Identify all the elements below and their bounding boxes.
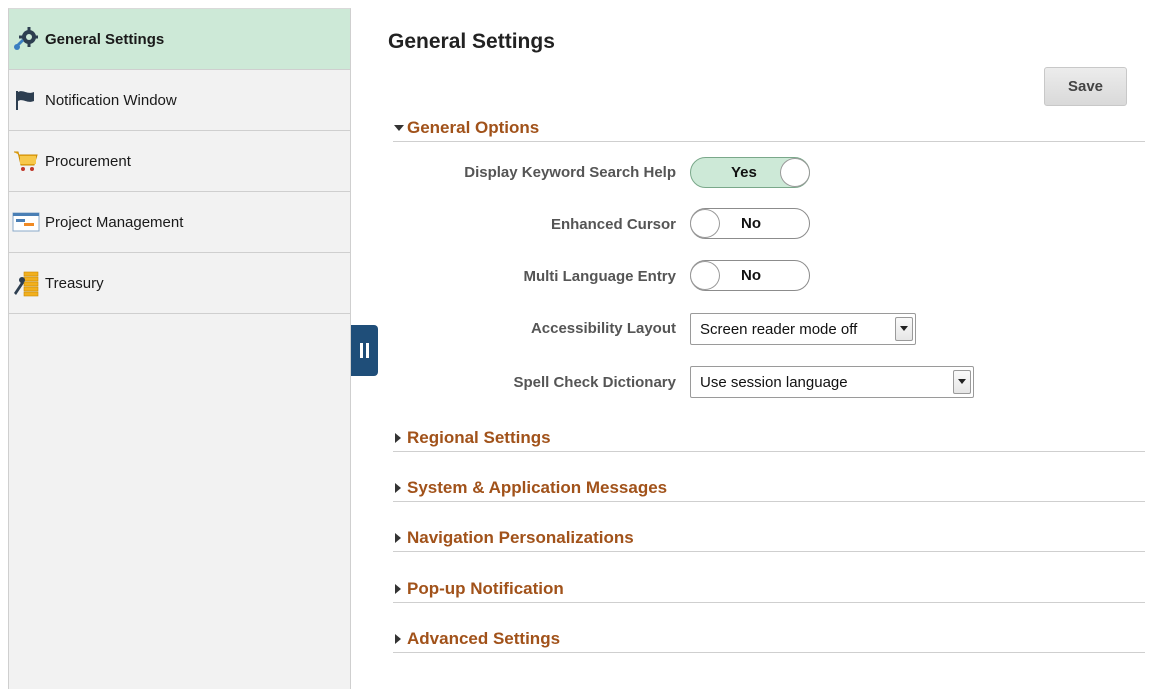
pause-bars-icon [360, 343, 369, 358]
triangle-right-icon [393, 633, 407, 645]
triangle-right-icon [393, 432, 407, 444]
toggle-value: No [741, 215, 761, 232]
toggle-value: Yes [731, 164, 757, 181]
flag-icon [11, 85, 41, 115]
wrench-gear-icon [11, 24, 41, 54]
keyword-search-help-label: Display Keyword Search Help [464, 164, 676, 181]
treasury-icon [11, 268, 41, 298]
section-advanced-settings[interactable]: Advanced Settings [393, 625, 1145, 653]
spell-check-dictionary-select[interactable]: Use session language [690, 366, 974, 398]
section-heading: Advanced Settings [407, 628, 561, 648]
section-heading: System & Application Messages [407, 477, 668, 497]
multi-language-entry-toggle[interactable]: No [690, 260, 810, 291]
keyword-search-help-toggle[interactable]: Yes [690, 157, 810, 188]
toggle-value: No [741, 267, 761, 284]
section-heading: General Options [407, 117, 540, 137]
shopping-cart-icon [11, 146, 41, 176]
sidebar-item-procurement[interactable]: Procurement [9, 131, 350, 192]
sidebar-item-notification-window[interactable]: Notification Window [9, 70, 350, 131]
page-title: General Settings [388, 30, 555, 53]
triangle-right-icon [393, 482, 407, 494]
sidebar-item-label: Procurement [45, 152, 131, 170]
sidebar: General Settings Notification Window Pro… [8, 8, 351, 689]
dropdown-arrow-icon [895, 317, 913, 341]
accessibility-layout-label: Accessibility Layout [530, 320, 676, 337]
section-general-options[interactable]: General Options [393, 114, 1145, 142]
sidebar-item-project-management[interactable]: Project Management [9, 192, 350, 253]
enhanced-cursor-label: Enhanced Cursor [550, 216, 676, 233]
dropdown-arrow-icon [953, 370, 971, 394]
sidebar-item-label: Treasury [45, 274, 104, 292]
sidebar-item-label: Notification Window [45, 91, 177, 109]
save-button[interactable]: Save [1044, 67, 1127, 106]
triangle-right-icon [393, 583, 407, 595]
gantt-chart-icon [11, 207, 41, 237]
toggle-knob [690, 261, 720, 290]
triangle-right-icon [393, 532, 407, 544]
sidebar-item-label: Project Management [45, 213, 184, 231]
section-popup-notification[interactable]: Pop-up Notification [393, 575, 1145, 603]
section-heading: Pop-up Notification [407, 578, 564, 598]
multi-language-entry-label: Multi Language Entry [523, 268, 676, 285]
spell-check-dictionary-label: Spell Check Dictionary [513, 374, 676, 391]
toggle-knob [780, 158, 810, 187]
section-heading: Regional Settings [407, 427, 551, 447]
sidebar-item-label: General Settings [45, 30, 165, 48]
section-system-application-messages[interactable]: System & Application Messages [393, 474, 1145, 502]
section-regional-settings[interactable]: Regional Settings [393, 424, 1145, 452]
collapse-sidebar-button[interactable] [351, 325, 378, 376]
sidebar-item-treasury[interactable]: Treasury [9, 253, 350, 314]
select-value: Screen reader mode off [700, 320, 858, 338]
enhanced-cursor-toggle[interactable]: No [690, 208, 810, 239]
triangle-down-icon [393, 123, 407, 133]
toggle-knob [690, 209, 720, 238]
select-value: Use session language [700, 373, 848, 391]
accessibility-layout-select[interactable]: Screen reader mode off [690, 313, 916, 345]
section-navigation-personalizations[interactable]: Navigation Personalizations [393, 524, 1145, 552]
section-heading: Navigation Personalizations [407, 527, 634, 547]
sidebar-item-general-settings[interactable]: General Settings [9, 9, 350, 70]
